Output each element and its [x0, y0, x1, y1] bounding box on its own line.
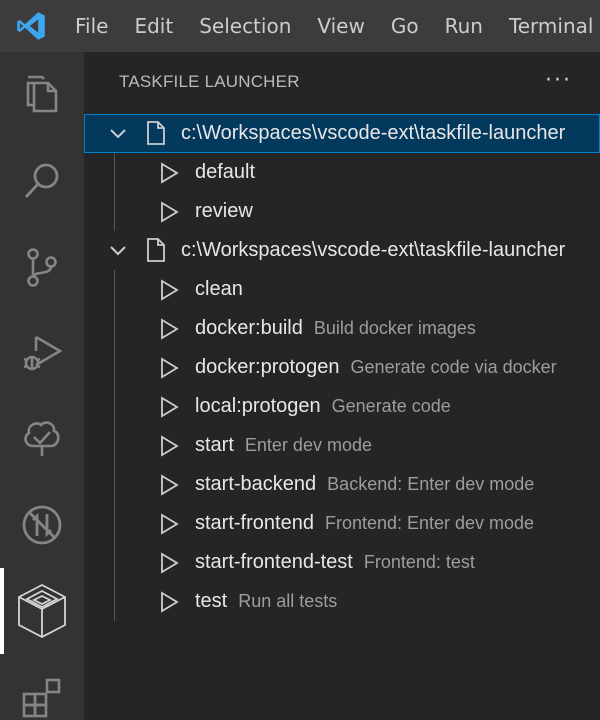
task-row[interactable]: start Enter dev mode: [84, 426, 600, 465]
activity-taskfile[interactable]: [0, 568, 84, 654]
indent-guide: [114, 192, 115, 231]
folder-path: c:\Workspaces\vscode-ext\taskfile-launch…: [181, 239, 566, 261]
task-description: Enter dev mode: [244, 435, 372, 455]
activity-explorer[interactable]: [0, 52, 84, 138]
task-name: default: [195, 161, 256, 183]
run-debug-icon: [23, 335, 63, 371]
activity-no-sync[interactable]: [0, 482, 84, 568]
task-row[interactable]: start-backend Backend: Enter dev mode: [84, 465, 600, 504]
source-control-icon: [27, 248, 57, 287]
play-icon[interactable]: [159, 318, 179, 340]
play-icon[interactable]: [159, 396, 179, 418]
taskfile-launcher-panel: TASKFILE LAUNCHER ··· c:\Workspaces\vsco…: [84, 52, 600, 720]
indent-guide: [114, 270, 115, 309]
play-icon[interactable]: [159, 201, 179, 223]
no-sync-icon: [22, 505, 62, 545]
folder-row[interactable]: c:\Workspaces\vscode-ext\taskfile-launch…: [84, 114, 600, 153]
indent-guide: [114, 504, 115, 543]
indent-guide: [114, 387, 115, 426]
task-name: start-frontend-test: [195, 551, 353, 573]
panel-title: TASKFILE LAUNCHER: [119, 72, 300, 91]
play-icon[interactable]: [159, 162, 179, 184]
task-row[interactable]: start-frontend Frontend: Enter dev mode: [84, 504, 600, 543]
task-name: clean: [195, 278, 243, 300]
indent-guide: [114, 582, 115, 621]
task-description: Run all tests: [238, 591, 338, 611]
task-description: Build docker images: [313, 318, 476, 338]
tree-check-icon: [24, 421, 60, 456]
menu-edit[interactable]: Edit: [121, 0, 186, 52]
file-icon: [147, 121, 165, 145]
activity-source-control[interactable]: [0, 224, 84, 310]
menu-run[interactable]: Run: [432, 0, 496, 52]
taskfile-icon: [18, 583, 66, 639]
task-name: start-backend: [195, 473, 317, 495]
task-description: Frontend: Enter dev mode: [324, 513, 535, 533]
task-name: start: [195, 434, 234, 456]
task-description: Frontend: test: [363, 552, 475, 572]
folder-row[interactable]: c:\Workspaces\vscode-ext\taskfile-launch…: [84, 231, 600, 270]
task-row[interactable]: clean: [84, 270, 600, 309]
indent-guide: [114, 348, 115, 387]
menu-terminal[interactable]: Terminal: [496, 0, 600, 52]
activity-tree-check[interactable]: [0, 396, 84, 482]
play-icon[interactable]: [159, 474, 179, 496]
indent-guide: [114, 309, 115, 348]
menu-go[interactable]: Go: [378, 0, 432, 52]
task-tree: c:\Workspaces\vscode-ext\taskfile-launch…: [84, 114, 600, 621]
task-row[interactable]: local:protogen Generate code: [84, 387, 600, 426]
folder-path: c:\Workspaces\vscode-ext\taskfile-launch…: [181, 122, 566, 144]
play-icon[interactable]: [159, 435, 179, 457]
activity-search[interactable]: [0, 138, 84, 224]
task-name: docker:build: [195, 317, 303, 339]
explorer-icon: [26, 75, 58, 113]
play-icon[interactable]: [159, 279, 179, 301]
task-name: test: [195, 590, 228, 612]
indent-guide: [114, 465, 115, 504]
task-name: local:protogen: [195, 395, 321, 417]
indent-guide: [114, 543, 115, 582]
task-row[interactable]: docker:build Build docker images: [84, 309, 600, 348]
play-icon[interactable]: [159, 357, 179, 379]
activity-bar: [0, 52, 84, 720]
vscode-logo-icon[interactable]: [0, 0, 62, 52]
task-row[interactable]: review: [84, 192, 600, 231]
indent-guide: [114, 153, 115, 192]
task-description: Backend: Enter dev mode: [327, 474, 535, 494]
task-name: review: [195, 200, 253, 222]
chevron-down-icon[interactable]: [108, 124, 128, 144]
extensions-icon: [22, 678, 61, 718]
play-icon[interactable]: [159, 552, 179, 574]
search-icon: [24, 163, 59, 198]
menu-bar: File Edit Selection View Go Run Terminal: [0, 0, 600, 52]
task-row[interactable]: start-frontend-test Frontend: test: [84, 543, 600, 582]
play-icon[interactable]: [159, 591, 179, 613]
indent-guide: [114, 426, 115, 465]
task-description: Generate code: [331, 396, 451, 416]
task-row[interactable]: default: [84, 153, 600, 192]
activity-extensions[interactable]: [0, 654, 84, 720]
task-name: docker:protogen: [195, 356, 340, 378]
chevron-down-icon[interactable]: [108, 241, 128, 261]
menu-view[interactable]: View: [304, 0, 377, 52]
activity-run-debug[interactable]: [0, 310, 84, 396]
menu-file[interactable]: File: [62, 0, 121, 52]
file-icon: [147, 238, 165, 262]
panel-header: TASKFILE LAUNCHER ···: [84, 52, 600, 114]
menu-selection[interactable]: Selection: [186, 0, 304, 52]
play-icon[interactable]: [159, 513, 179, 535]
task-row[interactable]: docker:protogen Generate code via docker: [84, 348, 600, 387]
task-name: start-frontend: [195, 512, 314, 534]
task-row[interactable]: test Run all tests: [84, 582, 600, 621]
more-actions-icon[interactable]: ···: [545, 68, 572, 93]
task-description: Generate code via docker: [350, 357, 557, 377]
